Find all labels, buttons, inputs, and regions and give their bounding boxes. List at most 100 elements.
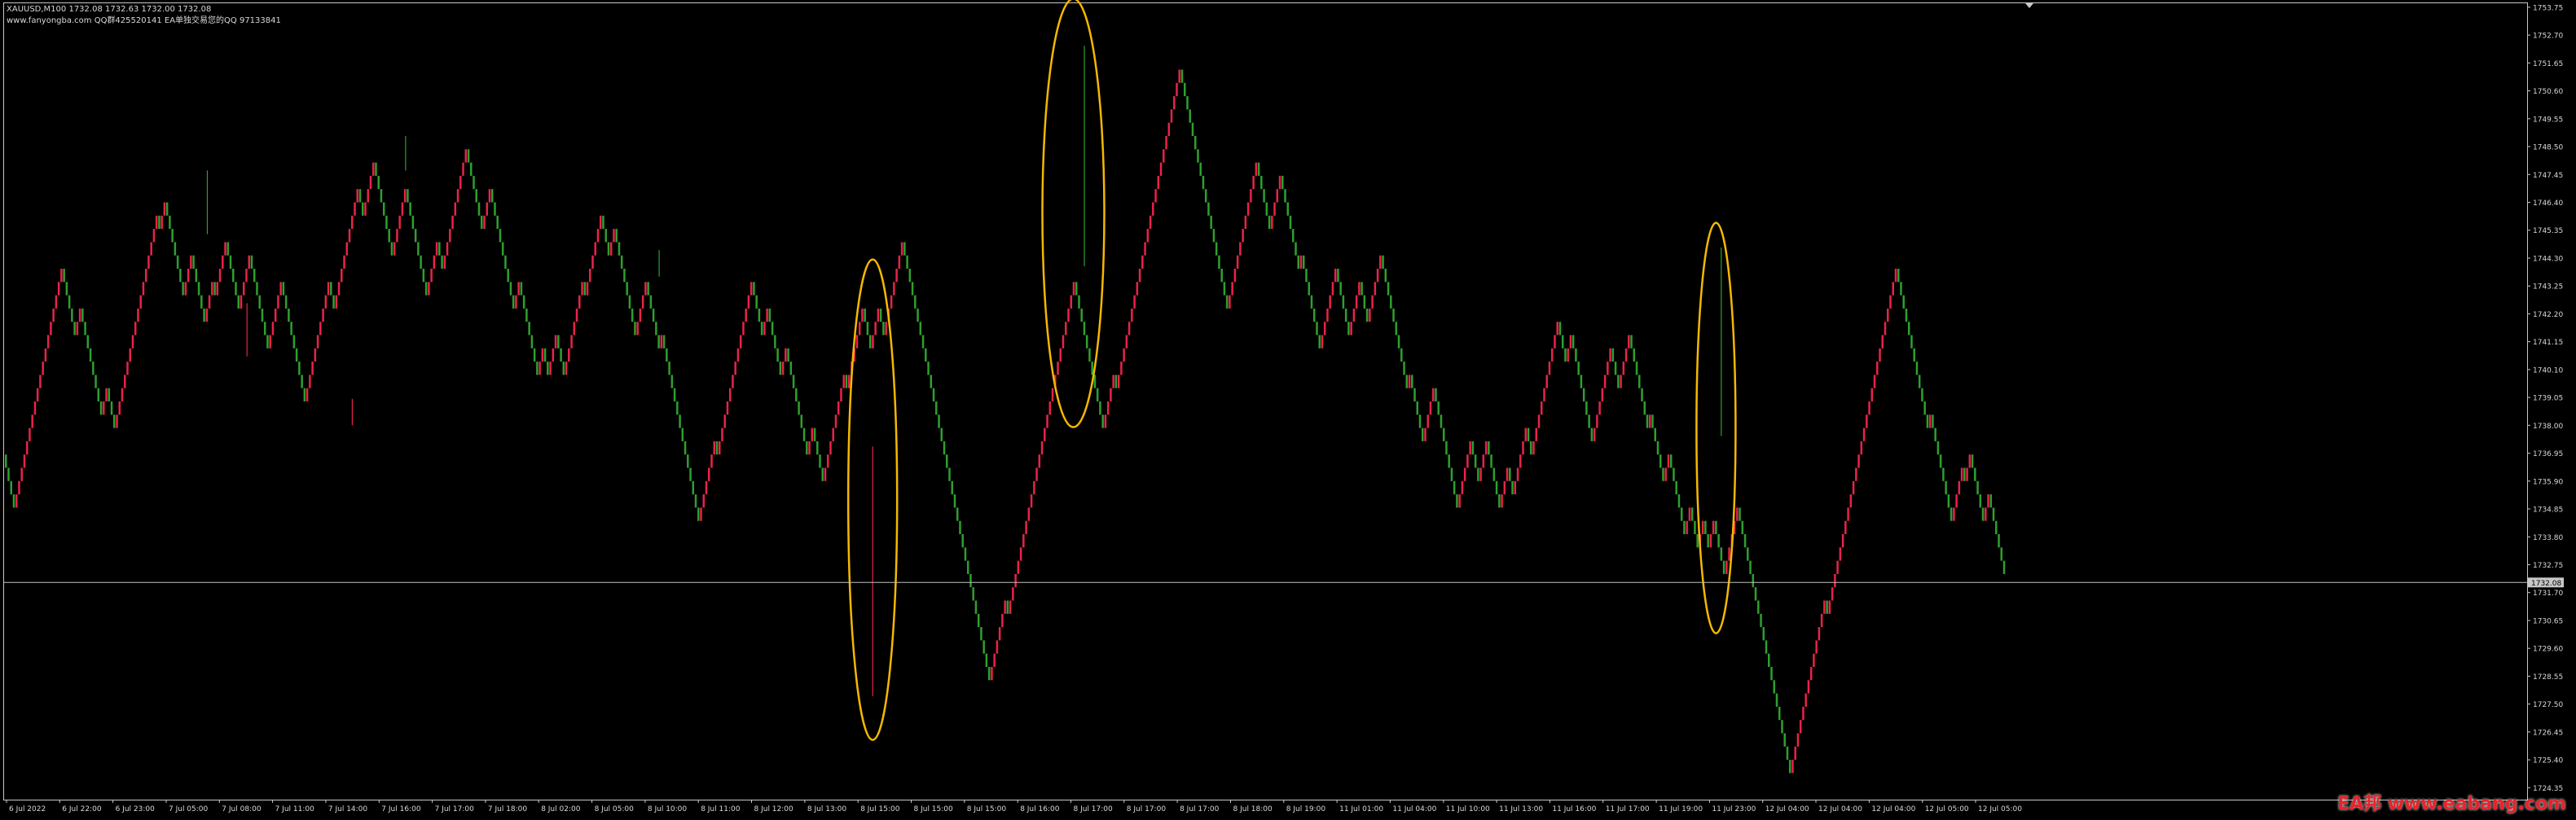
renko-brick-up — [578, 295, 581, 309]
renko-brick-down — [528, 322, 530, 335]
renko-brick-up — [660, 335, 663, 349]
renko-brick-up — [269, 335, 271, 349]
renko-brick-up — [1136, 282, 1139, 296]
renko-brick-down — [179, 269, 182, 283]
renko-brick-up — [1868, 401, 1870, 415]
renko-brick-up — [872, 335, 874, 349]
renko-brick-down — [792, 375, 795, 388]
renko-brick-up — [1323, 322, 1326, 335]
renko-chart[interactable]: 1753.75 1752.70 1751.65 1750.60 1749.55 1748.… — [0, 0, 2576, 820]
renko-brick-up — [369, 175, 372, 190]
renko-brick-up — [1807, 680, 1810, 694]
renko-brick-down — [113, 414, 116, 428]
renko-brick-up — [1892, 282, 1894, 296]
renko-brick-up — [1009, 600, 1012, 614]
renko-brick-down — [1741, 520, 1744, 534]
renko-brick-up — [371, 162, 375, 176]
renko-brick-down — [959, 520, 961, 534]
renko-brick-down — [670, 375, 674, 388]
renko-brick-down — [1191, 122, 1194, 136]
renko-brick-down — [97, 388, 100, 401]
renko-brick-up — [1350, 322, 1352, 335]
renko-brick-down — [1477, 467, 1479, 481]
renko-brick-up — [1331, 282, 1334, 296]
watermark-logo: EA邦 www.eabang.com — [2337, 794, 2566, 814]
renko-brick-down — [1749, 560, 1752, 574]
renko-brick-up — [1104, 414, 1107, 428]
renko-brick-down — [1561, 335, 1564, 349]
renko-brick-down — [1945, 480, 1947, 495]
renko-brick-up — [1960, 467, 1963, 481]
renko-brick-up — [1046, 414, 1048, 428]
renko-brick-down — [1442, 428, 1445, 441]
renko-brick-down — [1754, 587, 1757, 601]
renko-brick-down — [1448, 454, 1450, 468]
renko-brick-up — [1855, 467, 1857, 481]
renko-brick-up — [343, 255, 345, 269]
renko-brick-down — [530, 335, 534, 349]
renko-brick-down — [509, 282, 512, 296]
x-tick-label: 12 Jul 04:00 — [1765, 805, 1809, 813]
renko-brick-up — [840, 388, 842, 401]
renko-brick-up — [1278, 175, 1281, 190]
y-tick-label: 1746.40 — [2533, 200, 2563, 208]
renko-brick-down — [652, 308, 655, 322]
renko-brick-down — [507, 269, 509, 283]
renko-brick-down — [385, 215, 388, 230]
x-tick-label: 8 Jul 15:00 — [914, 805, 954, 813]
renko-brick-up — [1649, 414, 1651, 428]
renko-brick-up — [1321, 335, 1324, 349]
renko-brick-up — [354, 202, 356, 216]
renko-brick-down — [1302, 255, 1305, 269]
renko-brick-up — [1014, 573, 1017, 588]
renko-brick-up — [46, 335, 50, 349]
renko-brick-up — [1231, 282, 1233, 296]
renko-brick-down — [906, 255, 908, 269]
current-price-value: 1732.08 — [2531, 580, 2561, 588]
renko-brick-down — [1905, 308, 1908, 322]
renko-brick-up — [1242, 229, 1244, 243]
renko-brick-up — [1276, 189, 1279, 203]
renko-brick-up — [609, 242, 613, 256]
renko-brick-up — [150, 242, 152, 256]
x-tick-label: 7 Jul 11:00 — [275, 805, 315, 813]
renko-brick-up — [1796, 733, 1800, 747]
renko-brick-down — [940, 428, 943, 441]
renko-brick-down — [1768, 653, 1770, 667]
renko-brick-up — [1841, 534, 1844, 548]
y-tick-label: 1742.20 — [2533, 311, 2563, 319]
renko-brick-down — [171, 229, 174, 243]
renko-brick-up — [1030, 494, 1033, 508]
renko-brick-up — [1543, 388, 1545, 401]
renko-brick-down — [237, 295, 240, 309]
renko-brick-down — [974, 600, 978, 614]
y-tick-label: 1733.80 — [2533, 534, 2563, 542]
renko-brick-down — [666, 348, 668, 362]
renko-brick-down — [774, 335, 776, 349]
renko-brick-up — [488, 189, 491, 203]
renko-brick-down — [1778, 706, 1781, 721]
renko-brick-up — [1001, 613, 1004, 628]
renko-brick-up — [1157, 175, 1160, 190]
renko-brick-up — [1601, 388, 1604, 401]
renko-brick-up — [1567, 348, 1569, 362]
renko-brick-down — [919, 322, 922, 335]
renko-brick-up — [700, 507, 702, 521]
renko-brick-down — [1739, 507, 1741, 521]
renko-brick-down — [1786, 746, 1789, 761]
price-axis[interactable]: 1753.75 1752.70 1751.65 1750.60 1749.55 1748.… — [2527, 4, 2563, 793]
renko-brick-down — [411, 215, 415, 230]
renko-brick-up — [142, 282, 145, 296]
renko-brick-down — [1075, 282, 1078, 296]
renko-brick-up — [763, 322, 766, 335]
renko-brick-up — [1607, 362, 1609, 375]
renko-brick-down — [806, 441, 808, 455]
renko-brick-down — [86, 335, 90, 349]
renko-brick-up — [858, 322, 861, 335]
renko-brick-up — [834, 414, 837, 428]
renko-brick-up — [1844, 520, 1847, 534]
renko-brick-down — [1413, 388, 1416, 401]
renko-brick-down — [819, 454, 821, 468]
current-price-label: 1732.08 — [2528, 577, 2564, 588]
renko-brick-up — [1791, 760, 1794, 774]
